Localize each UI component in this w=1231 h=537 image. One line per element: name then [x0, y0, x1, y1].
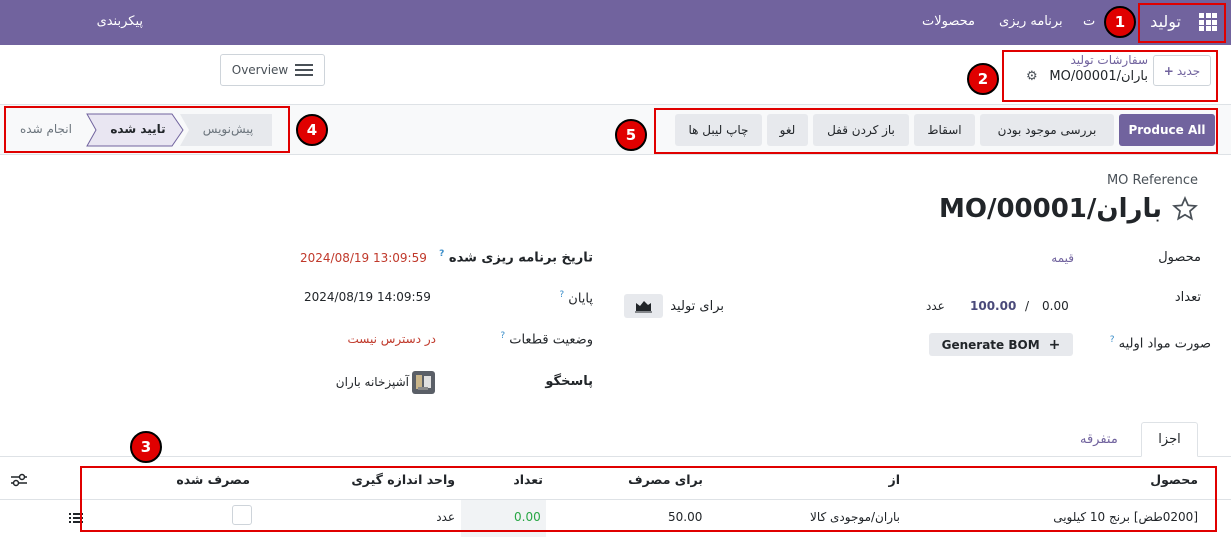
qty-uom: عدد — [926, 299, 945, 313]
generate-bom-label: Generate BOM — [941, 337, 1040, 352]
annotation-badge-3: 3 — [130, 431, 162, 463]
scheduled-label: تاریخ برنامه ریزی شده ? — [439, 249, 593, 265]
avatar-image — [416, 375, 431, 390]
to-produce-label: برای تولید — [670, 299, 724, 314]
qty-total[interactable]: 100.00 — [970, 299, 1016, 313]
nav-planning[interactable]: برنامه ریزی — [999, 14, 1063, 29]
qty-produced[interactable]: 0.00 — [1042, 299, 1069, 313]
bom-label-text: صورت مواد اولیه — [1118, 336, 1211, 352]
bom-label: صورت مواد اولیه ? — [1110, 335, 1211, 351]
annotation-box-5 — [654, 108, 1218, 154]
ref-label: MO Reference — [1106, 173, 1198, 188]
forecast-button[interactable] — [624, 294, 663, 318]
end-label-text: پایان — [568, 291, 593, 307]
area-chart-icon — [635, 301, 652, 313]
overview-button[interactable]: Overview — [220, 54, 325, 86]
nav-products[interactable]: محصولات — [922, 14, 975, 29]
responsible-value[interactable]: آشپزخانه باران — [336, 375, 409, 389]
annotation-badge-2: 2 — [967, 63, 999, 95]
overview-label: Overview — [231, 63, 289, 77]
annotation-box-1 — [1138, 3, 1226, 43]
avatar — [412, 371, 435, 394]
nav-config[interactable]: پیکربندی — [97, 14, 143, 29]
help-icon[interactable]: ? — [500, 331, 505, 341]
components-status-label: وضعیت قطعات ? — [500, 331, 593, 347]
list-icon — [295, 63, 314, 77]
scheduled-value[interactable]: 2024/08/19 13:09:59 — [300, 251, 427, 265]
responsible-label: پاسخگو — [545, 374, 593, 389]
annotation-badge-5: 5 — [615, 119, 647, 151]
settings-sliders-icon[interactable] — [10, 473, 28, 487]
generate-bom-button[interactable]: Generate BOM + — [929, 333, 1073, 356]
product-value[interactable]: قیمه — [1051, 251, 1074, 265]
annotation-box-4 — [4, 106, 290, 153]
annotation-box-2 — [1002, 50, 1218, 102]
annotation-badge-4: 4 — [296, 114, 328, 146]
scheduled-label-text: تاریخ برنامه ریزی شده — [448, 250, 593, 266]
nav-truncated[interactable]: ت — [1083, 14, 1095, 29]
plus-icon: + — [1048, 336, 1061, 353]
qty-label: تعداد — [1174, 290, 1201, 305]
help-icon[interactable]: ? — [439, 249, 444, 259]
product-label: محصول — [1158, 250, 1201, 265]
star-icon[interactable] — [1172, 196, 1198, 222]
tab-components[interactable]: اجزا — [1141, 422, 1198, 457]
help-icon[interactable]: ? — [559, 290, 564, 300]
end-value[interactable]: 2024/08/19 14:09:59 — [304, 290, 431, 304]
help-icon[interactable]: ? — [1110, 335, 1115, 345]
components-label-text: وضعیت قطعات — [509, 332, 593, 348]
qty-separator: / — [1025, 299, 1030, 313]
top-navbar: تولید پیکربندی محصولات برنامه ریزی ت — [0, 0, 1231, 45]
ref-title: باران/MO/00001 — [938, 194, 1162, 224]
end-label: پایان ? — [559, 290, 593, 306]
annotation-box-3 — [80, 466, 1217, 532]
components-status-value: در دسترس نیست — [347, 332, 436, 346]
tab-misc[interactable]: متفرقه — [1080, 432, 1118, 447]
annotation-badge-1: 1 — [1104, 6, 1136, 38]
tabs-divider — [0, 456, 1231, 457]
